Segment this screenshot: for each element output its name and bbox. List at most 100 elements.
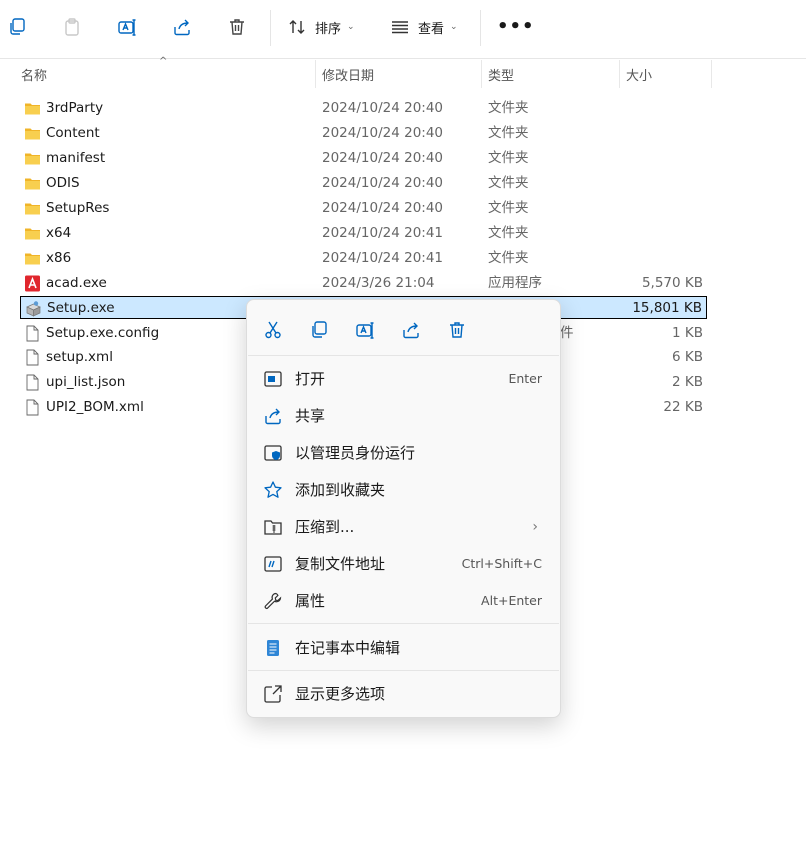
rename-icon[interactable]	[110, 10, 144, 44]
share-icon[interactable]	[398, 317, 424, 343]
menu-item-label: 打开	[295, 370, 326, 388]
star-icon	[264, 481, 282, 498]
file-row[interactable]: Content 2024/10/24 20:40 文件夹	[20, 122, 707, 145]
file-date: 2024/10/24 20:40	[322, 125, 444, 141]
sort-button[interactable]: 排序 ⌄	[287, 10, 355, 44]
menu-divider	[248, 623, 559, 624]
file-icon	[26, 349, 39, 366]
file-date: 2024/10/24 20:41	[322, 250, 444, 266]
column-divider[interactable]	[619, 60, 620, 88]
file-type: 件	[560, 325, 574, 341]
file-date: 2024/3/26 21:04	[322, 275, 435, 291]
column-divider[interactable]	[315, 60, 316, 88]
column-header-type[interactable]: 类型	[488, 60, 514, 88]
menu-item-show-more-options[interactable]: 显示更多选项	[251, 677, 556, 711]
file-type: 文件夹	[488, 150, 529, 166]
rename-icon[interactable]	[352, 317, 378, 343]
menu-divider	[248, 355, 559, 356]
share-icon[interactable]	[165, 10, 199, 44]
menu-item-shortcut: Enter	[508, 371, 542, 386]
toolbar-separator	[480, 10, 481, 46]
folder-icon	[25, 253, 40, 265]
column-header-name[interactable]: 名称	[21, 60, 47, 88]
menu-item-label: 共享	[295, 407, 326, 425]
file-type: 应用程序	[488, 275, 542, 291]
column-divider[interactable]	[481, 60, 482, 88]
menu-item-edit-in-notepad[interactable]: 在记事本中编辑	[251, 631, 556, 665]
folder-icon	[25, 103, 40, 115]
column-header-date[interactable]: 修改日期	[322, 60, 374, 88]
file-size: 1 KB	[672, 325, 703, 341]
menu-item-add-to-favorites[interactable]: 添加到收藏夹	[251, 473, 556, 507]
file-type: 文件夹	[488, 100, 529, 116]
file-type: 文件夹	[488, 225, 529, 241]
menu-item-run-as-admin[interactable]: 以管理员身份运行	[251, 436, 556, 470]
file-name: upi_list.json	[46, 374, 126, 390]
more-options-button[interactable]: •••	[497, 16, 535, 37]
menu-item-label: 复制文件地址	[295, 555, 386, 573]
file-type: 文件夹	[488, 125, 529, 141]
folder-icon	[25, 228, 40, 240]
file-row[interactable]: x64 2024/10/24 20:41 文件夹	[20, 222, 707, 245]
file-size: 5,570 KB	[641, 275, 703, 291]
file-name: setup.xml	[46, 349, 113, 365]
file-name: manifest	[46, 150, 106, 166]
chevron-down-icon: ⌄	[347, 22, 355, 32]
file-name: x86	[46, 250, 72, 266]
file-date: 2024/10/24 20:40	[322, 200, 444, 216]
menu-item-label: 以管理员身份运行	[295, 444, 416, 462]
file-type: 文件夹	[488, 200, 529, 216]
sort-icon	[289, 20, 305, 34]
delete-icon[interactable]	[220, 10, 254, 44]
file-date: 2024/10/24 20:41	[322, 225, 444, 241]
column-divider[interactable]	[711, 60, 712, 88]
wrench-icon	[264, 592, 282, 609]
menu-item-open[interactable]: 打开 Enter	[251, 362, 556, 396]
file-row[interactable]: manifest 2024/10/24 20:40 文件夹	[20, 147, 707, 170]
file-icon	[26, 374, 39, 391]
shield-run-icon	[264, 445, 282, 461]
delete-icon[interactable]	[444, 317, 470, 343]
open-window-icon	[264, 371, 282, 387]
paste-icon[interactable]	[55, 10, 89, 44]
file-date: 2024/10/24 20:40	[322, 150, 444, 166]
file-date: 2024/10/24 20:40	[322, 175, 444, 191]
menu-item-copy-path[interactable]: 复制文件地址 Ctrl+Shift+C	[251, 547, 556, 581]
folder-icon	[25, 153, 40, 165]
setup-installer-icon	[26, 301, 41, 317]
file-name: acad.exe	[46, 275, 107, 291]
menu-item-shortcut: Alt+Enter	[481, 593, 542, 608]
autocad-app-icon	[25, 275, 40, 292]
copy-icon[interactable]	[0, 10, 34, 44]
file-row[interactable]: x86 2024/10/24 20:41 文件夹	[20, 247, 707, 270]
folder-icon	[25, 128, 40, 140]
file-name: 3rdParty	[46, 100, 104, 116]
share-icon	[265, 408, 281, 425]
file-row[interactable]: SetupRes 2024/10/24 20:40 文件夹	[20, 197, 707, 220]
menu-item-properties[interactable]: 属性 Alt+Enter	[251, 584, 556, 618]
cut-icon[interactable]	[260, 317, 286, 343]
column-header-size[interactable]: 大小	[626, 60, 652, 88]
context-quick-actions	[247, 300, 560, 355]
menu-item-label: 显示更多选项	[295, 685, 386, 703]
menu-item-label: 在记事本中编辑	[295, 639, 401, 657]
copy-icon[interactable]	[306, 317, 332, 343]
menu-item-share[interactable]: 共享	[251, 399, 556, 433]
file-type: 文件夹	[488, 250, 529, 266]
file-row[interactable]: acad.exe 2024/3/26 21:04 应用程序 5,570 KB	[20, 272, 707, 295]
menu-item-shortcut: Ctrl+Shift+C	[461, 556, 542, 571]
command-bar: 排序 ⌄ 查看 ⌄ •••	[0, 0, 806, 59]
more-options-icon	[264, 685, 282, 703]
file-row[interactable]: ODIS 2024/10/24 20:40 文件夹	[20, 172, 707, 195]
file-date: 2024/10/24 20:40	[322, 100, 444, 116]
file-size: 2 KB	[672, 374, 703, 390]
folder-icon	[25, 203, 40, 215]
file-size: 15,801 KB	[632, 300, 702, 316]
view-button[interactable]: 查看 ⌄	[390, 10, 458, 44]
menu-item-compress-to[interactable]: 压缩到... ›	[251, 510, 556, 544]
context-menu: 打开 Enter 共享 以管理员身份运行 添加到收藏夹 压缩到... › 复制文…	[246, 299, 561, 718]
view-label: 查看	[418, 21, 445, 37]
file-row[interactable]: 3rdParty 2024/10/24 20:40 文件夹	[20, 97, 707, 120]
sort-ascending-icon: ^	[159, 56, 168, 67]
sort-label: 排序	[315, 21, 342, 37]
